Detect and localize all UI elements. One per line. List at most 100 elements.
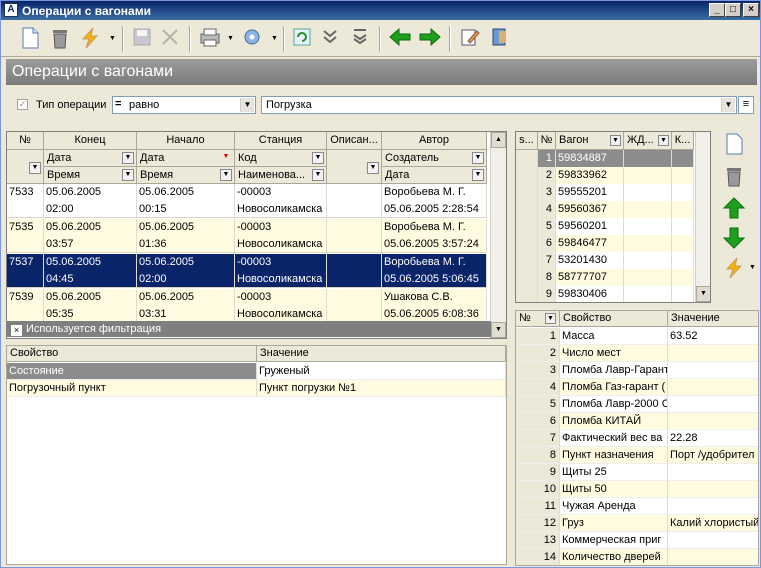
- operator-select[interactable]: = равно ▼: [112, 96, 256, 114]
- station-code[interactable]: -00003: [235, 289, 327, 306]
- end-time[interactable]: 04:45: [44, 271, 137, 288]
- wprop-name[interactable]: Пломба Лавр-2000 С: [560, 396, 668, 413]
- move-bottom-icon[interactable]: [347, 27, 373, 51]
- chevron-down-icon[interactable]: ▼: [545, 313, 556, 324]
- wagon-rail[interactable]: [624, 201, 672, 218]
- row-number[interactable]: 7533: [7, 184, 44, 201]
- wagon-number[interactable]: 59830406: [556, 286, 624, 302]
- trash-icon[interactable]: [47, 27, 73, 51]
- author[interactable]: Ушакова С.В.: [382, 289, 487, 306]
- maximize-button[interactable]: □: [725, 3, 741, 17]
- wprop-name[interactable]: Чужая Аренда: [560, 498, 668, 515]
- scroll-down-icon[interactable]: ▼: [491, 322, 506, 338]
- chevron-down-icon[interactable]: ▼: [312, 169, 324, 181]
- wagon-number[interactable]: 59560201: [556, 218, 624, 235]
- wagon-row-s[interactable]: [516, 286, 538, 302]
- created-date[interactable]: 05.06.2005 5:06:45: [382, 271, 487, 288]
- wagon-rail[interactable]: [624, 286, 672, 302]
- chevron-down-icon[interactable]: ▼: [122, 152, 134, 164]
- end-time[interactable]: 02:00: [44, 201, 137, 218]
- new-wagon-button[interactable]: [721, 133, 747, 157]
- wagon-k[interactable]: [672, 218, 694, 235]
- wprop-value[interactable]: Калий хлористый: [668, 515, 758, 532]
- wprop-number[interactable]: 13: [516, 532, 560, 549]
- wprop-number[interactable]: 5: [516, 396, 560, 413]
- author[interactable]: Воробьева М. Г.: [382, 219, 487, 236]
- wprop-name[interactable]: Масса: [560, 328, 668, 345]
- scroll-down-icon[interactable]: ▼: [696, 286, 710, 302]
- clear-filter-icon[interactable]: ×: [11, 325, 22, 336]
- wprop-number[interactable]: 4: [516, 379, 560, 396]
- wagon-number[interactable]: 53201430: [556, 252, 624, 269]
- wagon-row-s[interactable]: [516, 252, 538, 269]
- wprop-number[interactable]: 7: [516, 430, 560, 447]
- wprop-value[interactable]: 63.52: [668, 328, 758, 345]
- wagon-row-number[interactable]: 1: [538, 150, 556, 167]
- wprop-name[interactable]: Щиты 50: [560, 481, 668, 498]
- start-date[interactable]: 05.06.2005: [137, 184, 235, 201]
- start-date[interactable]: 05.06.2005: [137, 219, 235, 236]
- row-number[interactable]: [7, 201, 44, 218]
- wagon-rail[interactable]: [624, 269, 672, 286]
- chevron-down-icon[interactable]: ▼: [109, 35, 116, 42]
- wagon-col-s[interactable]: s...: [516, 132, 538, 150]
- start-time[interactable]: 02:00: [137, 271, 235, 288]
- end-date[interactable]: 05.06.2005: [44, 289, 137, 306]
- new-document-button[interactable]: [17, 27, 43, 51]
- wprop-value[interactable]: [668, 549, 758, 565]
- wagon-row-s[interactable]: [516, 201, 538, 218]
- wprop-number[interactable]: 3: [516, 362, 560, 379]
- description[interactable]: [327, 201, 382, 218]
- wprop-number[interactable]: 8: [516, 447, 560, 464]
- row-header-filter[interactable]: ▼: [7, 150, 44, 184]
- wprop-name[interactable]: Груз: [560, 515, 668, 532]
- wagon-rail[interactable]: [624, 252, 672, 269]
- row-number[interactable]: [7, 236, 44, 253]
- wagon-row-number[interactable]: 7: [538, 252, 556, 269]
- ops-scrollbar[interactable]: ▲ ▼: [490, 132, 506, 338]
- wagon-row-s[interactable]: [516, 218, 538, 235]
- description[interactable]: [327, 289, 382, 306]
- station-code[interactable]: -00003: [235, 254, 327, 271]
- subheader-code[interactable]: Код ▼: [235, 150, 327, 167]
- wprop-col-value[interactable]: Значение: [668, 311, 758, 327]
- station-name[interactable]: Новосоликамска: [235, 236, 327, 253]
- row-number[interactable]: 7535: [7, 219, 44, 236]
- print-icon[interactable]: [197, 27, 223, 51]
- settings-icon[interactable]: [239, 27, 265, 51]
- wprop-number[interactable]: 2: [516, 345, 560, 362]
- wprop-name[interactable]: Пломба Лавр-Гарант: [560, 362, 668, 379]
- wagon-row-number[interactable]: 6: [538, 235, 556, 252]
- end-date[interactable]: 05.06.2005: [44, 219, 137, 236]
- start-date[interactable]: 05.06.2005: [137, 289, 235, 306]
- wagon-row-number[interactable]: 8: [538, 269, 556, 286]
- exit-icon[interactable]: [487, 27, 513, 51]
- wagon-rail[interactable]: [624, 235, 672, 252]
- wprop-value[interactable]: [668, 413, 758, 430]
- row-number[interactable]: [7, 271, 44, 288]
- wagon-rail[interactable]: [624, 218, 672, 235]
- wagon-row-s[interactable]: [516, 235, 538, 252]
- wprop-value[interactable]: Порт /удобрител: [668, 447, 758, 464]
- wprop-number[interactable]: 14: [516, 549, 560, 565]
- start-time[interactable]: 00:15: [137, 201, 235, 218]
- col-header-author[interactable]: Автор: [382, 132, 487, 150]
- arrow-left-icon[interactable]: [387, 27, 413, 51]
- wprop-number[interactable]: 10: [516, 481, 560, 498]
- wagon-rail[interactable]: [624, 150, 672, 167]
- chevron-down-icon[interactable]: ▼: [658, 135, 669, 146]
- row-number[interactable]: 7539: [7, 289, 44, 306]
- wagon-k[interactable]: [672, 184, 694, 201]
- chevron-down-icon[interactable]: ▼: [472, 169, 484, 181]
- wprop-value[interactable]: 22.28: [668, 430, 758, 447]
- wagon-row-s[interactable]: [516, 184, 538, 201]
- subheader-description[interactable]: ▼: [327, 150, 382, 184]
- col-header-description[interactable]: Описан...: [327, 132, 382, 150]
- wagon-row-s[interactable]: [516, 150, 538, 167]
- station-name[interactable]: Новосоликамска: [235, 201, 327, 218]
- wagon-number[interactable]: 59833962: [556, 167, 624, 184]
- wprop-value[interactable]: [668, 379, 758, 396]
- author[interactable]: Воробьева М. Г.: [382, 184, 487, 201]
- author[interactable]: Воробьева М. Г.: [382, 254, 487, 271]
- station-name[interactable]: Новосоликамска: [235, 271, 327, 288]
